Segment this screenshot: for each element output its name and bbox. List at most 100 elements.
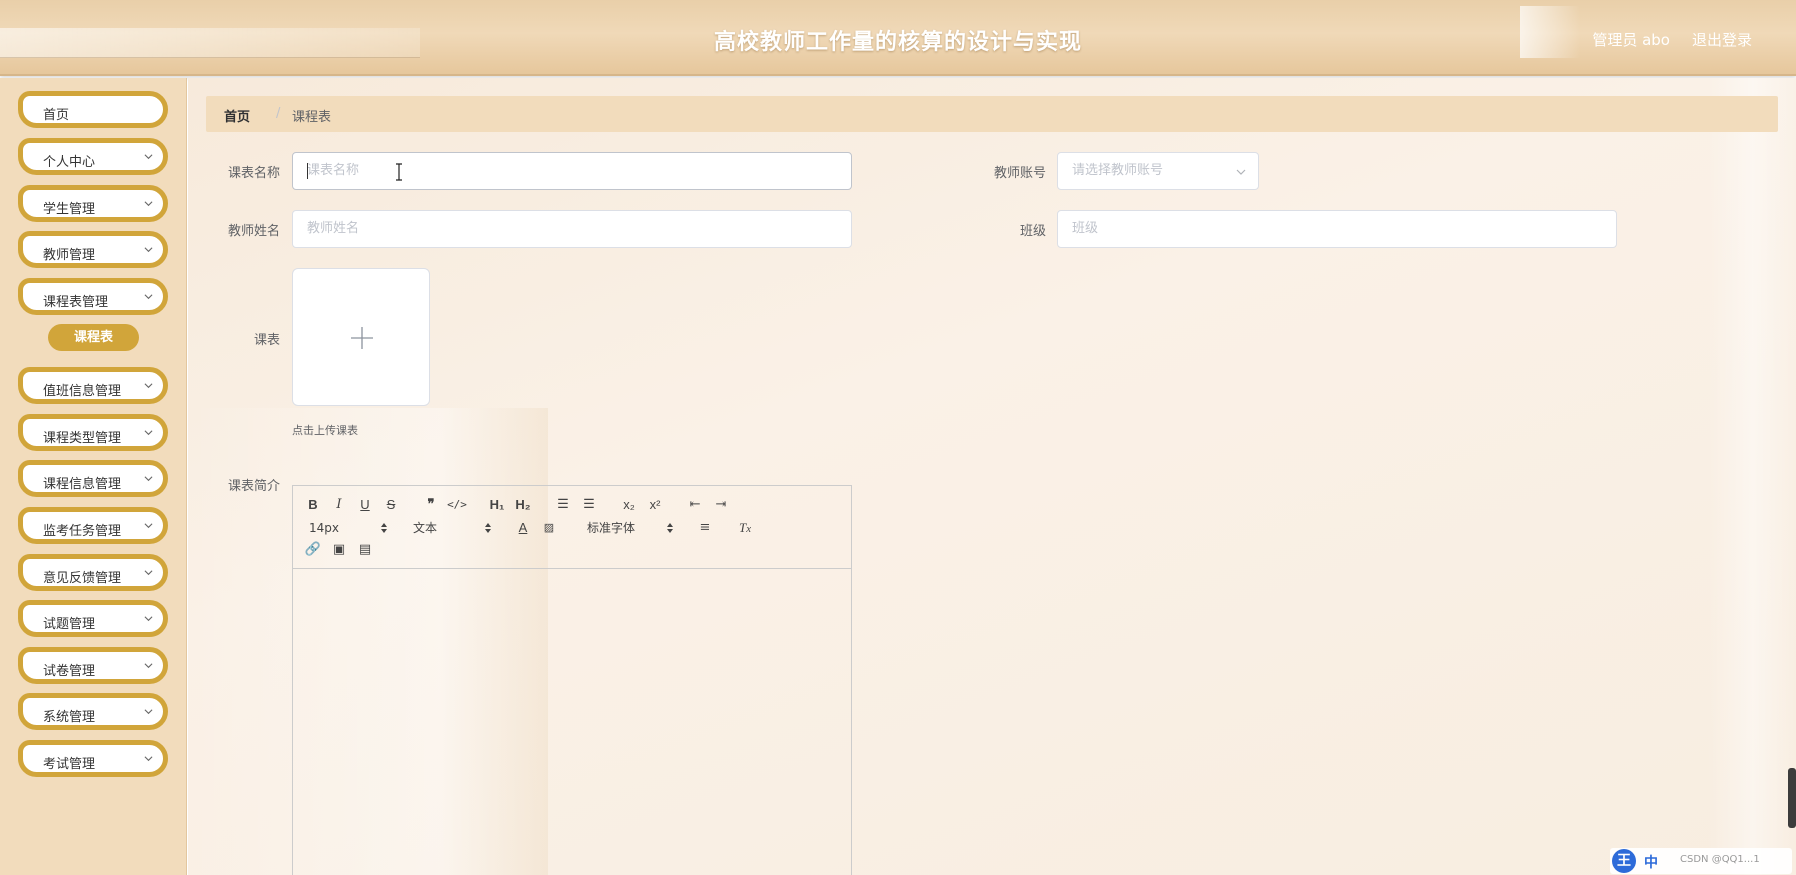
align-icon[interactable]: ≡: [695, 519, 715, 537]
font-family-picker[interactable]: 标准字体: [587, 519, 673, 537]
sidebar-item-exams[interactable]: 考试管理: [18, 740, 168, 777]
ime-toolbar: 王 中 CSDN @QQ1...1: [1610, 848, 1792, 874]
teacher-name-input[interactable]: 教师姓名: [292, 210, 852, 248]
select-arrows-icon: [667, 523, 673, 533]
watermark: CSDN @QQ1...1: [1680, 854, 1760, 865]
breadcrumb-home[interactable]: 首页: [224, 106, 250, 125]
chevron-down-icon: [144, 476, 153, 482]
chevron-down-icon: [144, 247, 153, 253]
heading-2-icon[interactable]: H₂: [513, 496, 533, 514]
schedule-upload-box[interactable]: [292, 268, 430, 406]
chevron-down-icon: [144, 383, 153, 389]
teacher-name-placeholder: 教师姓名: [307, 221, 360, 236]
chevron-down-icon: [144, 294, 153, 300]
background-color-icon[interactable]: ▨: [539, 519, 559, 537]
logout-button[interactable]: 退出登录: [1692, 29, 1752, 50]
rich-text-editor: B I U S ❞ </> H₁ H₂ ☰ ☰ x₂ x² ⇤ ⇥ 14px 文…: [292, 485, 852, 875]
breadcrumb: 首页 / 课程表: [206, 96, 1778, 132]
sidebar-item-course-info[interactable]: 课程信息管理: [18, 460, 168, 497]
sidebar-item-home[interactable]: 首页: [18, 91, 168, 128]
font-size-picker[interactable]: 14px: [309, 519, 387, 537]
sidebar-item-questions[interactable]: 试题管理: [18, 600, 168, 637]
ordered-list-icon[interactable]: ☰: [553, 496, 573, 514]
select-arrows-icon: [485, 523, 491, 533]
chevron-down-icon: [144, 709, 153, 715]
sidebar-item-system[interactable]: 系统管理: [18, 693, 168, 730]
sidebar-item-invigilation[interactable]: 监考任务管理: [18, 507, 168, 544]
class-placeholder: 班级: [1072, 221, 1099, 236]
strikethrough-icon[interactable]: S: [381, 496, 401, 514]
bold-icon[interactable]: B: [303, 496, 323, 514]
teacher-name-label: 教师姓名: [227, 224, 280, 239]
sidebar-item-personal-center[interactable]: 个人中心: [18, 138, 168, 175]
sidebar-item-label: 首页: [43, 108, 70, 123]
sidebar-item-duty[interactable]: 值班信息管理: [18, 367, 168, 404]
code-block-icon[interactable]: </>: [447, 496, 467, 514]
subscript-icon[interactable]: x₂: [619, 496, 639, 514]
sidebar-item-label: 课程表管理: [43, 295, 109, 310]
heading-1-icon[interactable]: H₁: [487, 496, 507, 514]
breadcrumb-current: 课程表: [292, 110, 332, 125]
superscript-icon[interactable]: x²: [645, 496, 665, 514]
sidebar-item-papers[interactable]: 试卷管理: [18, 647, 168, 684]
select-arrows-icon: [381, 523, 387, 533]
chevron-down-icon: [144, 154, 153, 160]
text-cursor: [307, 163, 308, 179]
header-picker-value: 文本: [413, 521, 438, 535]
italic-icon[interactable]: I: [329, 496, 349, 514]
schedule-name-label: 课表名称: [227, 166, 280, 181]
sidebar-item-label: 教师管理: [43, 248, 96, 263]
outdent-icon[interactable]: ⇤: [685, 496, 705, 514]
editor-toolbar: B I U S ❞ </> H₁ H₂ ☰ ☰ x₂ x² ⇤ ⇥ 14px 文…: [293, 486, 851, 569]
sidebar-item-label: 学生管理: [43, 202, 96, 217]
font-family-value: 标准字体: [587, 521, 636, 535]
font-size-value: 14px: [309, 521, 339, 535]
sidebar-item-students[interactable]: 学生管理: [18, 185, 168, 222]
teacher-account-label: 教师账号: [993, 166, 1046, 181]
sidebar-item-label: 值班信息管理: [43, 384, 122, 399]
sidebar-item-label: 系统管理: [43, 710, 96, 725]
ime-logo-icon[interactable]: 王: [1612, 849, 1636, 873]
teacher-account-select[interactable]: 请选择教师账号: [1057, 152, 1259, 190]
chevron-down-icon: [144, 616, 153, 622]
ibeam-cursor-icon: [396, 163, 402, 181]
top-header: 高校教师工作量的核算的设计与实现 管理员 abo 退出登录: [0, 0, 1796, 76]
breadcrumb-separator: /: [276, 106, 281, 121]
schedule-name-placeholder: 课表名称: [307, 163, 360, 178]
ime-mode-toggle[interactable]: 中: [1644, 852, 1658, 872]
background-decoration: [1708, 78, 1796, 875]
scrollbar-thumb[interactable]: [1788, 768, 1796, 828]
image-icon[interactable]: ▣: [329, 541, 349, 559]
chevron-down-icon: [144, 523, 153, 529]
indent-icon[interactable]: ⇥: [711, 496, 731, 514]
bullet-list-icon[interactable]: ☰: [579, 496, 599, 514]
sidebar-item-feedback[interactable]: 意见反馈管理: [18, 554, 168, 591]
sidebar-item-teachers[interactable]: 教师管理: [18, 231, 168, 268]
chevron-down-icon: [1236, 169, 1246, 175]
sidebar-item-label: 试卷管理: [43, 664, 96, 679]
page-title: 高校教师工作量的核算的设计与实现: [713, 30, 1082, 55]
chevron-down-icon: [144, 756, 153, 762]
sidebar-item-course-types[interactable]: 课程类型管理: [18, 414, 168, 451]
sidebar-item-label: 课程类型管理: [43, 431, 122, 446]
chevron-down-icon: [144, 570, 153, 576]
plus-icon: [351, 327, 373, 349]
clear-format-icon[interactable]: Tx: [735, 519, 755, 537]
sidebar-item-label: 课程信息管理: [43, 477, 122, 492]
sidebar-item-label: 监考任务管理: [43, 524, 122, 539]
blockquote-icon[interactable]: ❞: [421, 496, 441, 514]
link-icon[interactable]: 🔗: [303, 541, 323, 559]
sidebar-item-label: 考试管理: [43, 757, 96, 772]
chevron-down-icon: [144, 430, 153, 436]
class-input[interactable]: 班级: [1057, 210, 1617, 248]
header-picker[interactable]: 文本: [413, 519, 491, 537]
sidebar-item-schedule[interactable]: 课程表管理: [18, 278, 168, 315]
class-label: 班级: [1019, 224, 1046, 239]
underline-icon[interactable]: U: [355, 496, 375, 514]
submenu-item-schedule[interactable]: 课程表: [48, 324, 139, 351]
sidebar: 首页 个人中心 学生管理 教师管理 课程表管理 课程表 值班信息管理 课程类型管…: [0, 78, 187, 875]
schedule-name-input[interactable]: 课表名称: [292, 152, 852, 190]
video-icon[interactable]: ▤: [355, 541, 375, 559]
main-content: 首页 / 课程表 课表名称 课表名称 教师账号 请选择教师账号 教师姓名 教师姓…: [188, 78, 1796, 875]
text-color-icon[interactable]: A: [513, 519, 533, 537]
